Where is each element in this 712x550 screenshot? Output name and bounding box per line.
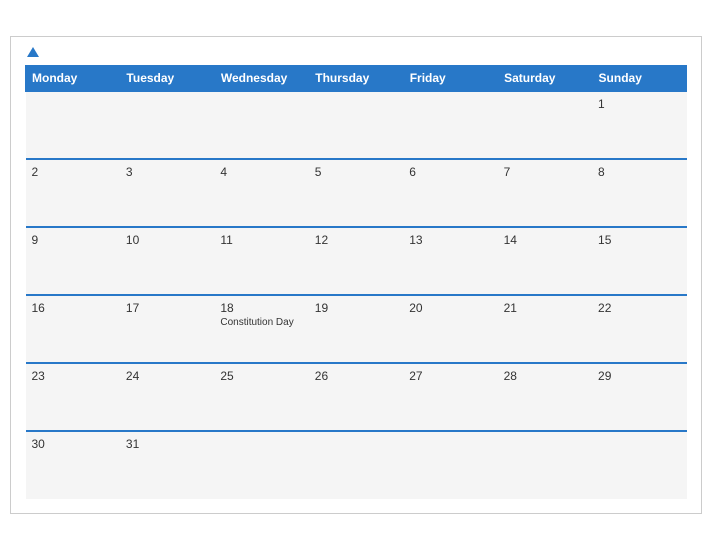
day-number: 24 — [126, 369, 208, 383]
day-number: 26 — [315, 369, 397, 383]
day-number: 18 — [220, 301, 302, 315]
day-number: 31 — [126, 437, 208, 451]
day-number: 5 — [315, 165, 397, 179]
day-number: 29 — [598, 369, 680, 383]
calendar-cell: 8 — [592, 159, 686, 227]
calendar-cell: 16 — [26, 295, 120, 363]
day-number: 25 — [220, 369, 302, 383]
calendar-cell: 26 — [309, 363, 403, 431]
calendar-cell — [214, 431, 308, 499]
calendar-cell: 29 — [592, 363, 686, 431]
day-number: 10 — [126, 233, 208, 247]
calendar-header — [25, 47, 687, 57]
day-number: 2 — [32, 165, 114, 179]
calendar-cell: 17 — [120, 295, 214, 363]
calendar-cell — [26, 91, 120, 159]
weekday-header-tuesday: Tuesday — [120, 66, 214, 92]
calendar-cell: 22 — [592, 295, 686, 363]
calendar-cell: 24 — [120, 363, 214, 431]
day-number: 28 — [504, 369, 586, 383]
calendar-cell: 14 — [498, 227, 592, 295]
calendar-cell: 25 — [214, 363, 308, 431]
calendar-cell — [403, 91, 497, 159]
calendar-cell — [309, 431, 403, 499]
calendar-cell: 15 — [592, 227, 686, 295]
calendar-cell: 21 — [498, 295, 592, 363]
day-number: 15 — [598, 233, 680, 247]
calendar-body: 123456789101112131415161718Constitution … — [26, 91, 687, 499]
calendar-cell: 9 — [26, 227, 120, 295]
day-number: 12 — [315, 233, 397, 247]
weekday-header-sunday: Sunday — [592, 66, 686, 92]
day-number: 30 — [32, 437, 114, 451]
day-number: 27 — [409, 369, 491, 383]
calendar-cell: 10 — [120, 227, 214, 295]
day-number: 11 — [220, 233, 302, 247]
day-number: 8 — [598, 165, 680, 179]
weekday-header-saturday: Saturday — [498, 66, 592, 92]
calendar-week-row: 9 10 11 12 13 14 15 — [26, 227, 687, 295]
logo-triangle-icon — [27, 47, 39, 57]
day-number: 17 — [126, 301, 208, 315]
day-number: 14 — [504, 233, 586, 247]
calendar-cell — [214, 91, 308, 159]
calendar-week-row: 2345678 — [26, 159, 687, 227]
calendar-cell — [498, 431, 592, 499]
calendar-week-row: 1 — [26, 91, 687, 159]
calendar-cell: 5 — [309, 159, 403, 227]
calendar-cell — [592, 431, 686, 499]
calendar-week-row: 30 31 — [26, 431, 687, 499]
calendar-cell: 1 — [592, 91, 686, 159]
weekday-header-row: MondayTuesdayWednesdayThursdayFridaySatu… — [26, 66, 687, 92]
calendar-cell: 13 — [403, 227, 497, 295]
day-number: 3 — [126, 165, 208, 179]
calendar-cell: 7 — [498, 159, 592, 227]
day-number: 16 — [32, 301, 114, 315]
calendar-wrapper: MondayTuesdayWednesdayThursdayFridaySatu… — [10, 36, 702, 514]
calendar-cell: 12 — [309, 227, 403, 295]
day-number: 4 — [220, 165, 302, 179]
day-number: 6 — [409, 165, 491, 179]
weekday-header-wednesday: Wednesday — [214, 66, 308, 92]
calendar-cell: 4 — [214, 159, 308, 227]
day-number: 20 — [409, 301, 491, 315]
calendar-cell: 3 — [120, 159, 214, 227]
day-number: 19 — [315, 301, 397, 315]
calendar-cell — [403, 431, 497, 499]
day-number: 7 — [504, 165, 586, 179]
calendar-cell: 27 — [403, 363, 497, 431]
day-number: 13 — [409, 233, 491, 247]
calendar-cell: 23 — [26, 363, 120, 431]
calendar-cell: 31 — [120, 431, 214, 499]
weekday-header-friday: Friday — [403, 66, 497, 92]
calendar-cell: 28 — [498, 363, 592, 431]
day-number: 1 — [598, 97, 680, 111]
calendar-cell — [309, 91, 403, 159]
calendar-cell: 19 — [309, 295, 403, 363]
logo — [25, 47, 39, 57]
day-number: 21 — [504, 301, 586, 315]
calendar-cell — [120, 91, 214, 159]
calendar-cell: 11 — [214, 227, 308, 295]
calendar-cell — [498, 91, 592, 159]
calendar-cell: 30 — [26, 431, 120, 499]
weekday-header-monday: Monday — [26, 66, 120, 92]
calendar-week-row: 23 24 25 26 27 28 29 — [26, 363, 687, 431]
weekday-header-thursday: Thursday — [309, 66, 403, 92]
calendar-week-row: 16 17 18 Constitution Day 19 20 21 22 — [26, 295, 687, 363]
day-number: 9 — [32, 233, 114, 247]
holiday-label: Constitution Day — [220, 317, 302, 328]
day-number: 23 — [32, 369, 114, 383]
calendar-cell: 18 Constitution Day — [214, 295, 308, 363]
calendar-cell: 20 — [403, 295, 497, 363]
calendar-grid: MondayTuesdayWednesdayThursdayFridaySatu… — [25, 65, 687, 499]
calendar-cell: 6 — [403, 159, 497, 227]
day-number: 22 — [598, 301, 680, 315]
calendar-cell: 2 — [26, 159, 120, 227]
